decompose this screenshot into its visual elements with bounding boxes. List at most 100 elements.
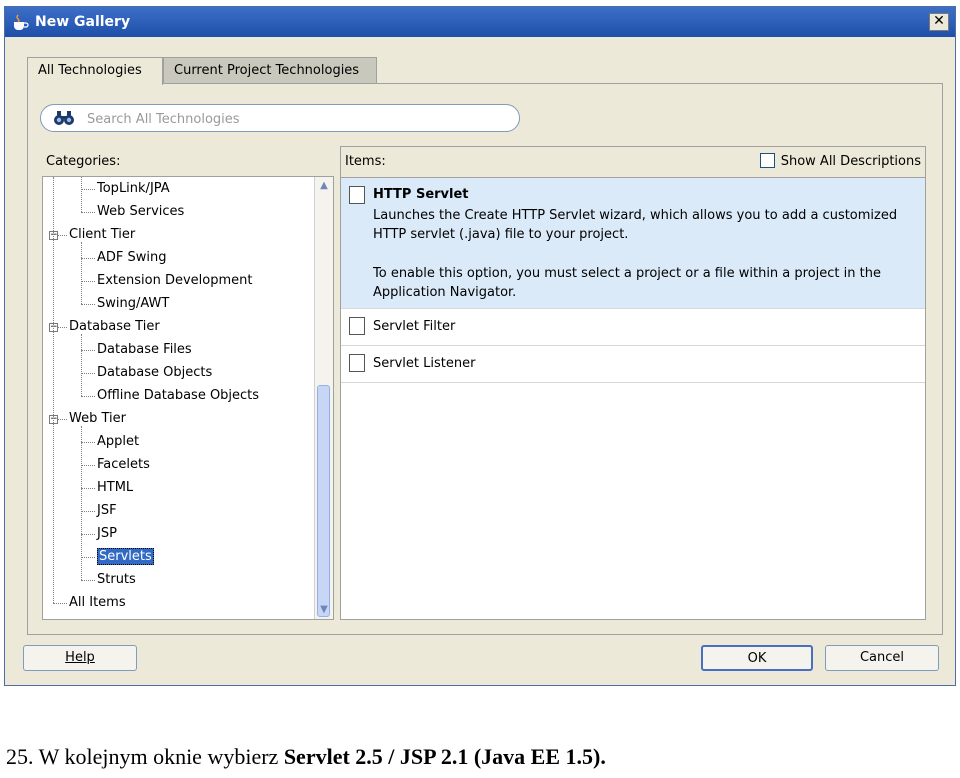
tree-connector (81, 258, 95, 259)
tree-connector (81, 242, 82, 304)
tree-connector (81, 177, 82, 212)
tree-item-label: Offline Database Objects (97, 388, 260, 403)
item-http-servlet[interactable]: HTTP Servlet Launches the Create HTTP Se… (341, 178, 925, 309)
servlet-filter-icon (349, 317, 365, 335)
items-label: Items: (345, 154, 386, 169)
tree-item[interactable]: Offline Database Objects (97, 385, 259, 407)
cancel-button[interactable]: Cancel (825, 645, 939, 671)
tree-item[interactable]: Servlets (97, 546, 154, 568)
tree-item[interactable]: Web Tier (69, 408, 126, 430)
tree-item[interactable]: Database Objects (97, 362, 212, 384)
title-bar[interactable]: New Gallery ✕ (5, 7, 955, 37)
tree-item[interactable]: Struts (97, 569, 136, 591)
tree-item-label: Servlets (97, 548, 154, 565)
scroll-down-icon[interactable]: ▼ (316, 602, 332, 618)
items-header: Items: Show All Descriptions (341, 147, 925, 178)
item-title: HTTP Servlet (373, 187, 469, 202)
tree-connector (81, 465, 95, 466)
scroll-up-icon[interactable]: ▲ (316, 178, 332, 194)
tree-item[interactable]: All Items (69, 592, 126, 614)
tree-connector (81, 396, 95, 397)
tree-item[interactable]: Client Tier (69, 224, 135, 246)
tree-item[interactable]: Facelets (97, 454, 150, 476)
tree-item-label: Web Tier (69, 411, 126, 426)
item-description: Launches the Create HTTP Servlet wizard,… (373, 208, 898, 242)
new-gallery-dialog: New Gallery ✕ All Technologies Current P… (4, 6, 956, 686)
help-label: Help (65, 650, 95, 665)
tree-item-label: Web Services (97, 204, 185, 219)
tree-item[interactable]: Swing/AWT (97, 293, 169, 315)
show-descriptions-label: Show All Descriptions (780, 154, 921, 169)
tab-current-project-technologies[interactable]: Current Project Technologies (163, 57, 377, 83)
tree-item-label: Struts (97, 572, 136, 587)
tree-item-label: JSP (97, 526, 117, 541)
tree-connector (81, 488, 95, 489)
tree-connector (81, 281, 95, 282)
item-description-note: To enable this option, you must select a… (373, 266, 881, 300)
scroll-thumb[interactable] (317, 385, 330, 617)
show-descriptions-checkbox[interactable]: Show All Descriptions (759, 153, 921, 169)
tree-item-label: ADF Swing (97, 250, 167, 265)
tree-connector (81, 212, 95, 213)
tree-item-label: HTML (97, 480, 134, 495)
tree-item-label: All Items (69, 595, 126, 610)
binoculars-icon (54, 111, 74, 125)
java-cup-icon (14, 14, 29, 30)
tree-connector (81, 442, 95, 443)
tree-item-label: Database Objects (97, 365, 213, 380)
window-title: New Gallery (35, 14, 131, 30)
item-servlet-listener[interactable]: Servlet Listener (341, 346, 925, 383)
tree-connector (81, 189, 95, 190)
categories-label: Categories: (46, 154, 121, 169)
tree-item[interactable]: Web Services (97, 201, 184, 223)
tab-panel: Categories: ▲ ▼ TopLink/JPA Web Services C… (27, 83, 943, 635)
caption: 25. W kolejnym oknie wybierz Servlet 2.5… (6, 744, 606, 770)
tree-item-label: Facelets (97, 457, 150, 472)
tree-item[interactable]: TopLink/JPA (97, 178, 170, 200)
tree-connector (81, 534, 95, 535)
caption-bold: Servlet 2.5 / JSP 2.1 (Java EE 1.5). (283, 744, 606, 769)
ok-label: OK (747, 651, 767, 666)
search-box[interactable] (40, 104, 520, 132)
servlet-listener-icon (349, 354, 365, 372)
tab-all-technologies[interactable]: All Technologies (27, 57, 163, 85)
tree-item-label: Database Tier (69, 319, 160, 334)
tree-item[interactable]: Applet (97, 431, 139, 453)
tree-item[interactable]: HTML (97, 477, 133, 499)
ok-button[interactable]: OK (701, 645, 813, 671)
item-title: Servlet Filter (373, 319, 456, 334)
tree-item[interactable]: ADF Swing (97, 247, 167, 269)
items-panel: Items: Show All Descriptions HTTP Servle… (340, 146, 926, 620)
servlet-icon (349, 186, 365, 204)
item-title: Servlet Listener (373, 356, 476, 371)
tree-connector (81, 304, 95, 305)
item-servlet-filter[interactable]: Servlet Filter (341, 309, 925, 346)
tree-connector (53, 177, 54, 603)
tree-connector (53, 603, 67, 604)
tree-connector (81, 557, 95, 558)
tree-connector (81, 580, 95, 581)
search-input[interactable] (85, 108, 509, 130)
tree-item[interactable]: JSP (97, 523, 117, 545)
caption-prefix: 25. W kolejnym oknie wybierz (6, 744, 279, 769)
tree-item-label: TopLink/JPA (97, 181, 170, 196)
tree-item[interactable]: Extension Development (97, 270, 252, 292)
close-button[interactable]: ✕ (929, 13, 949, 31)
checkbox-icon[interactable] (759, 153, 775, 168)
tree-item[interactable]: Database Files (97, 339, 192, 361)
tree-item-label: JSF (97, 503, 117, 518)
tree-connector (81, 511, 95, 512)
tree-item-label: Client Tier (69, 227, 136, 242)
tree-item-label: Database Files (97, 342, 192, 357)
tree-item-label: Swing/AWT (97, 296, 170, 311)
categories-tree[interactable]: ▲ ▼ TopLink/JPA Web Services Client Tier − A… (42, 176, 334, 620)
tree-connector (81, 350, 95, 351)
tree-item[interactable]: JSF (97, 500, 117, 522)
tree-connector (81, 334, 82, 396)
tree-item-label: Applet (97, 434, 140, 449)
tree-item[interactable]: Database Tier (69, 316, 160, 338)
tree-scrollbar[interactable]: ▲ ▼ (314, 177, 333, 619)
tree-item-label: Extension Development (97, 273, 253, 288)
cancel-label: Cancel (859, 650, 905, 665)
help-button[interactable]: Help (23, 645, 137, 671)
